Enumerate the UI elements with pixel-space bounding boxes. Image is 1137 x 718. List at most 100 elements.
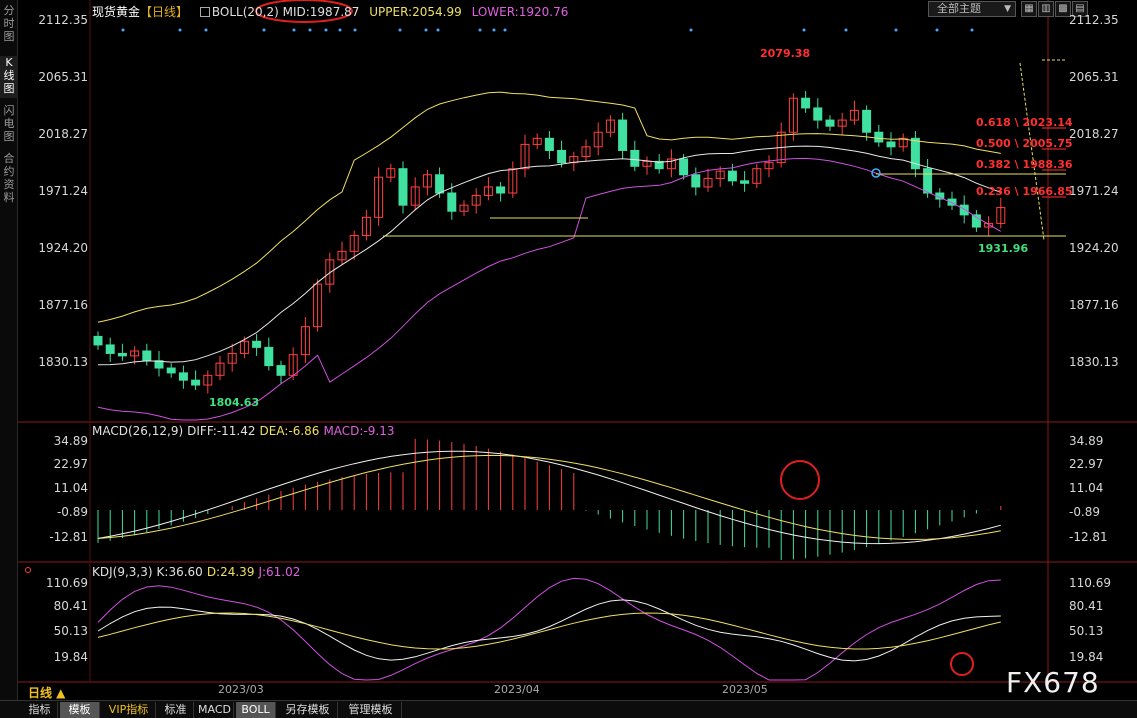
- candle-body: [435, 174, 445, 194]
- macd-macd-value: MACD:-9.13: [323, 424, 395, 438]
- kdj-axis-left-2: 50.13: [53, 624, 88, 638]
- signal-dot: [338, 28, 342, 32]
- candle-body: [496, 186, 506, 194]
- kdj-highlight-circle: [950, 652, 974, 676]
- candle-body: [923, 168, 933, 194]
- kdj-axis-right-3: 19.84: [1069, 650, 1104, 664]
- tab-template[interactable]: 模板: [60, 702, 100, 718]
- price-axis-left-0: 2112.35: [38, 13, 88, 27]
- price-axis-left-1: 2065.31: [38, 70, 88, 84]
- candle-body: [557, 149, 567, 164]
- boll-settings-icon[interactable]: [199, 7, 210, 17]
- signal-dot: [308, 28, 312, 32]
- candle-body: [813, 107, 823, 121]
- signal-dot: [353, 28, 357, 32]
- price-axis-right-0: 2112.35: [1069, 13, 1119, 27]
- tab-save-template[interactable]: 另存模板: [278, 702, 338, 718]
- candle-body: [618, 119, 628, 151]
- signal-dot: [262, 28, 266, 32]
- fib-diagonal: [1019, 62, 1045, 241]
- layout-grid-icon[interactable]: ▦: [1021, 1, 1037, 17]
- price-axis-right-2: 2018.27: [1069, 127, 1119, 141]
- tab-manage-template[interactable]: 管理模板: [340, 702, 402, 718]
- price-axis-left-6: 1830.13: [38, 355, 88, 369]
- macd-axis-left-2: 11.04: [53, 481, 88, 495]
- chart-header: 现货黄金【日线】 BOLL(20,2) MID:1987.87 UPPER:20…: [92, 3, 568, 20]
- boll-indicator-label[interactable]: BOLL(20,2): [212, 5, 279, 19]
- candle-body: [886, 141, 896, 148]
- theme-select-value: 全部主题: [937, 2, 981, 15]
- candle-body: [142, 350, 152, 362]
- tab-time-chart[interactable]: 分时图: [0, 4, 18, 46]
- macd-axis-right-1: 22.97: [1069, 457, 1104, 471]
- theme-select[interactable]: 全部主题 ▼: [928, 1, 1016, 17]
- price-axis-left-2: 2018.27: [38, 127, 88, 141]
- price-axis-left-3: 1971.24: [38, 184, 88, 198]
- fib-level-0618: 0.618 \ 2023.14: [976, 116, 1073, 129]
- macd-axis-left-1: 22.97: [53, 457, 88, 471]
- candle-body: [740, 180, 750, 184]
- candle-body: [398, 168, 408, 206]
- tab-standard[interactable]: 标准: [158, 702, 194, 718]
- kdj-d-line: [97, 612, 1001, 650]
- macd-axis-left-4: -12.81: [49, 530, 88, 544]
- candle-body: [727, 170, 737, 182]
- tab-vip-indicator[interactable]: VIP指标: [102, 702, 156, 718]
- month-label-april: 2023/04: [494, 683, 540, 696]
- macd-axis-right-0: 34.89: [1069, 434, 1104, 448]
- boll-mid-line: [97, 145, 1001, 366]
- signal-dot: [292, 28, 296, 32]
- boll-lower-value: LOWER:1920.76: [471, 5, 569, 19]
- price-axis-right-5: 1877.16: [1069, 298, 1119, 312]
- macd-axis-right-2: 11.04: [1069, 481, 1104, 495]
- candle-body: [544, 137, 554, 151]
- layout-split-icon[interactable]: ▥: [1038, 1, 1054, 17]
- kdj-j-value: J:61.02: [258, 565, 301, 579]
- signal-dot: [894, 28, 898, 32]
- candle-body: [166, 367, 176, 374]
- signal-dot: [492, 28, 496, 32]
- price-axis-left-5: 1877.16: [38, 298, 88, 312]
- price-chart-canvas[interactable]: [18, 0, 1137, 700]
- period-button[interactable]: 日线 ▲: [18, 684, 78, 700]
- signal-dot: [802, 28, 806, 32]
- candle-body: [679, 158, 689, 176]
- kdj-indicator-label[interactable]: KDJ(9,3,3): [92, 565, 153, 579]
- tab-macd[interactable]: MACD: [196, 702, 234, 718]
- tab-kline-chart[interactable]: K线图: [0, 56, 18, 98]
- macd-axis-left-3: -0.89: [56, 505, 88, 519]
- left-toolbar: 分时图 K线图 闪电图 合约资料: [0, 0, 18, 700]
- candle-body: [252, 340, 262, 348]
- fib-level-0236: 0.236 \ 1966.85: [976, 185, 1073, 198]
- fib-level-0500: 0.500 \ 2005.75: [976, 137, 1073, 150]
- tab-indicator[interactable]: 指标: [22, 702, 58, 718]
- price-axis-right-6: 1830.13: [1069, 355, 1119, 369]
- chart-area[interactable]: 现货黄金【日线】 BOLL(20,2) MID:1987.87 UPPER:20…: [18, 0, 1137, 700]
- kdj-axis-left-1: 80.41: [53, 599, 88, 613]
- fx678-watermark: FX678: [1006, 666, 1100, 699]
- kdj-settings-icon: [25, 567, 31, 573]
- signal-dot: [970, 28, 974, 32]
- tab-flash-chart[interactable]: 闪电图: [0, 104, 18, 146]
- candle-body: [691, 174, 701, 188]
- signal-dot: [324, 28, 328, 32]
- macd-dea-value: DEA:-6.86: [259, 424, 320, 438]
- signal-dot: [503, 28, 507, 32]
- candle-body: [874, 131, 884, 143]
- tab-boll[interactable]: BOLL: [236, 702, 276, 718]
- macd-axis-right-3: -0.89: [1069, 505, 1101, 519]
- kdj-axis-right-2: 50.13: [1069, 624, 1104, 638]
- signal-dot: [478, 28, 482, 32]
- candle-body: [105, 344, 115, 354]
- kdj-d-value: D:24.39: [206, 565, 255, 579]
- low-price-label-right: 1931.96: [978, 242, 1029, 255]
- month-label-march: 2023/03: [218, 683, 264, 696]
- macd-indicator-label[interactable]: MACD(26,12,9): [92, 424, 183, 438]
- tab-contract-info[interactable]: 合约资料: [0, 152, 18, 208]
- macd-highlight-circle: [780, 460, 820, 500]
- candle-body: [801, 97, 811, 109]
- candle-body: [276, 365, 286, 376]
- macd-diff-value: DIFF:-11.42: [187, 424, 256, 438]
- signal-dot: [204, 28, 208, 32]
- low-price-label-left: 1804.63: [209, 396, 260, 409]
